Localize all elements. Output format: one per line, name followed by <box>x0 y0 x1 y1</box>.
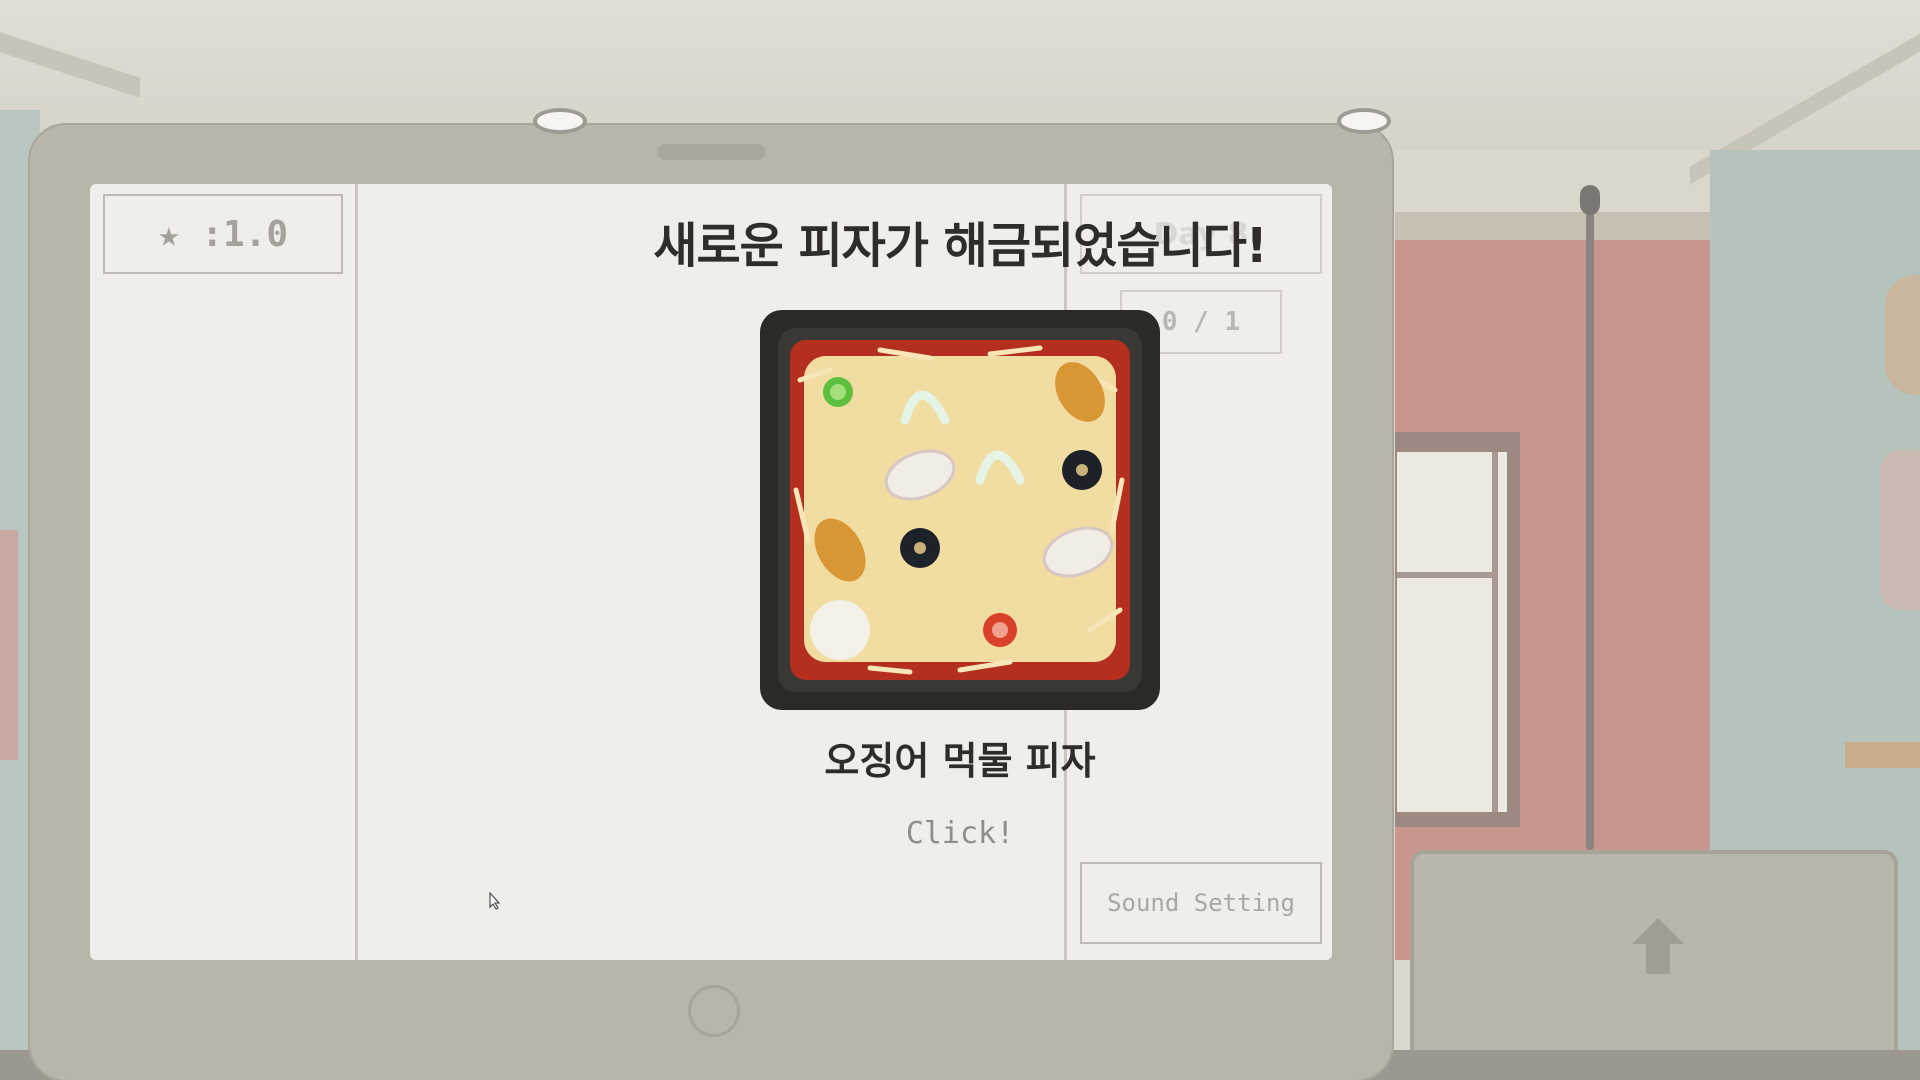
column-divider <box>355 184 358 960</box>
window-bar <box>1397 572 1497 578</box>
squid-ink-pizza-image[interactable] <box>760 310 1160 710</box>
window-bar <box>1492 452 1498 812</box>
tablet-home-button[interactable] <box>688 985 740 1037</box>
click-prompt[interactable]: Click! <box>860 816 1060 851</box>
shelf <box>1845 742 1920 768</box>
progress-label: 0 / 1 <box>1161 307 1241 337</box>
sound-setting-label: Sound Setting <box>1107 889 1295 917</box>
pole-cap <box>1580 185 1600 215</box>
rating-value: ★ :1.0 <box>157 213 289 255</box>
wall-sign <box>1885 275 1920 395</box>
tablet-light <box>533 108 587 134</box>
up-arrow-icon <box>1632 918 1684 974</box>
sound-setting-button[interactable]: Sound Setting <box>1080 862 1322 944</box>
tablet-speaker <box>657 144 765 160</box>
window-glass <box>1397 452 1507 812</box>
unlock-title: 새로운 피자가 해금되었습니다! <box>653 218 1267 274</box>
wall-poster <box>0 530 18 760</box>
game-scene: ★ :1.0 Day 8 0 / 1 새로운 피자가 해금되었습니다! 오징어 … <box>0 0 1920 1080</box>
mouse-pointer-icon <box>489 892 501 910</box>
wall-sign <box>1880 450 1920 610</box>
tablet-light <box>1337 108 1391 134</box>
rating-display: ★ :1.0 <box>103 194 343 274</box>
pole <box>1586 190 1594 850</box>
pizza-name: 오징어 먹물 피자 <box>824 739 1096 783</box>
